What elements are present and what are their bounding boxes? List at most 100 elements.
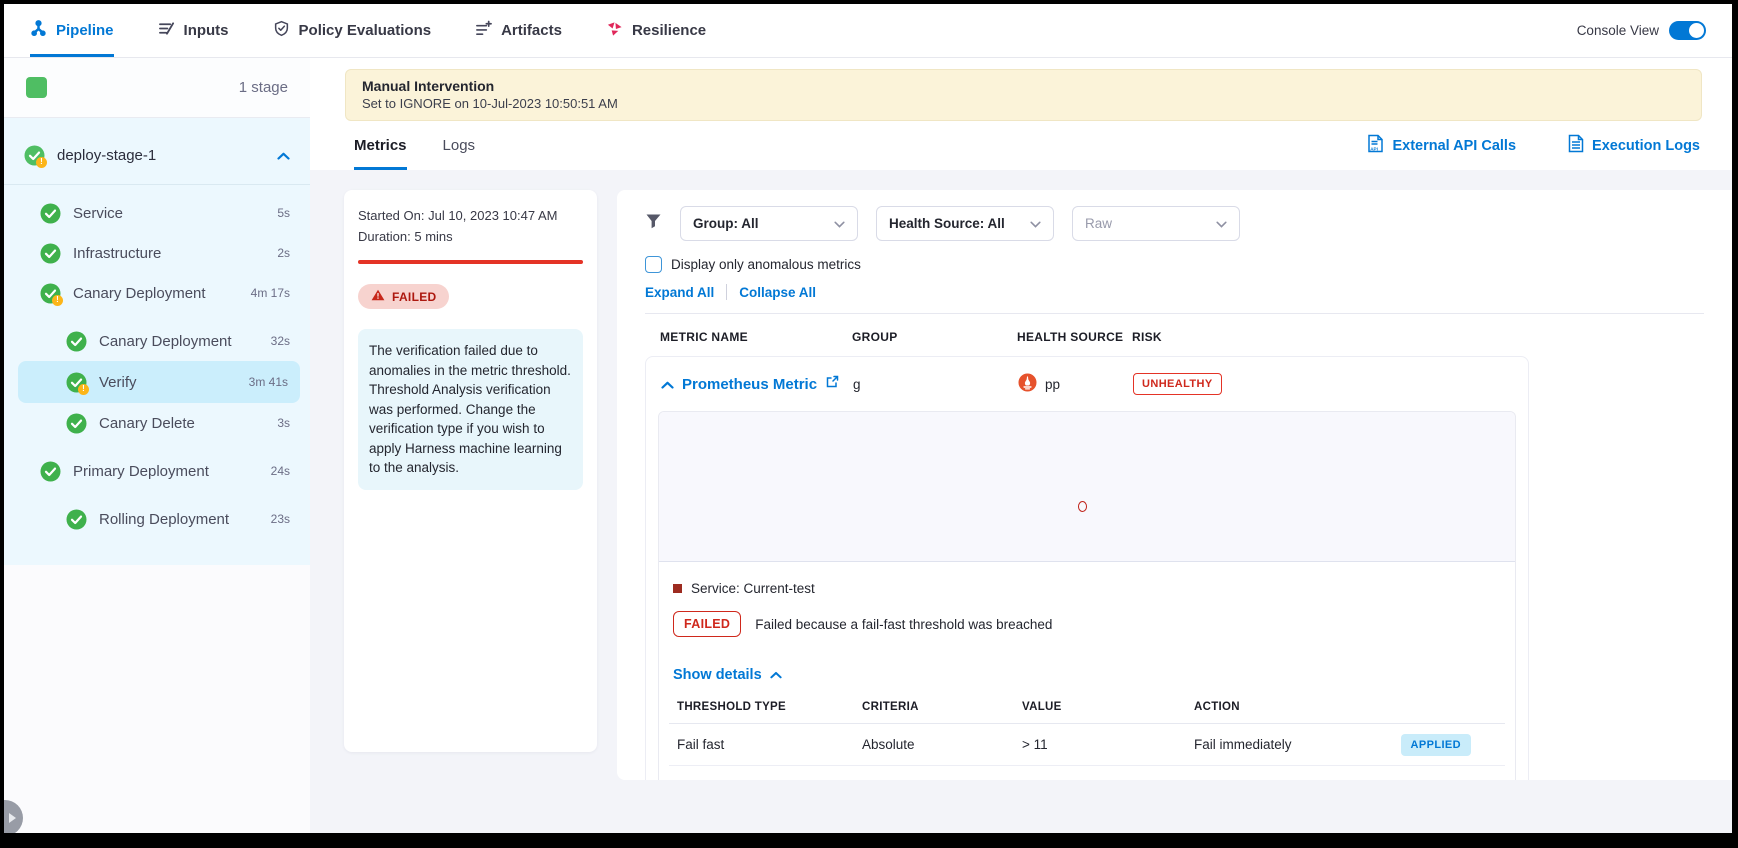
execution-sidebar: 1 stage ! deploy-stage-1 Service bbox=[4, 58, 310, 833]
stage-row-deploy-stage-1[interactable]: ! deploy-stage-1 bbox=[4, 128, 310, 182]
metric-chart[interactable] bbox=[659, 412, 1515, 562]
threshold-table: THRESHOLD TYPE CRITERIA VALUE ACTION Fai… bbox=[669, 701, 1505, 780]
step-label: Canary Deployment bbox=[73, 285, 206, 302]
step-duration: 3s bbox=[277, 416, 290, 430]
step-duration: 2s bbox=[277, 246, 290, 260]
console-view-toggle[interactable] bbox=[1669, 21, 1706, 40]
expand-collapse-row: Expand All Collapse All bbox=[645, 284, 1704, 300]
filter-funnel-icon[interactable] bbox=[645, 213, 662, 234]
action: Fail immediately bbox=[1194, 779, 1292, 780]
legend-label: Service: Current-test bbox=[691, 581, 815, 596]
step-canary-deployment[interactable]: Canary Deployment 32s bbox=[4, 321, 310, 361]
chevron-down-icon bbox=[1216, 216, 1227, 231]
api-document-icon: API bbox=[1367, 134, 1384, 157]
step-duration: 32s bbox=[271, 334, 290, 348]
tab-label: Artifacts bbox=[501, 22, 562, 39]
step-label: Verify bbox=[99, 374, 137, 391]
step-duration: 3m 41s bbox=[249, 375, 288, 389]
view-tabs-row: Metrics Logs API External API Calls Exec… bbox=[310, 121, 1732, 170]
step-verify-selected[interactable]: ! Verify 3m 41s bbox=[18, 361, 300, 403]
expand-all-link[interactable]: Expand All bbox=[645, 285, 714, 300]
step-primary-deployment[interactable]: Primary Deployment 24s bbox=[4, 451, 310, 491]
metrics-table-header: METRIC NAME GROUP HEALTH SOURCE RISK bbox=[645, 314, 1704, 356]
metrics-panel: Group: All Health Source: All Raw bbox=[617, 190, 1732, 780]
col-action: ACTION bbox=[1194, 701, 1505, 713]
warning-badge: ! bbox=[78, 384, 89, 395]
anomalous-metrics-checkbox[interactable] bbox=[645, 256, 662, 273]
tab-artifacts[interactable]: Artifacts bbox=[475, 4, 562, 57]
checkbox-label: Display only anomalous metrics bbox=[671, 257, 861, 272]
table-row: Fail fast Absolute < 100000 Fail immedia… bbox=[669, 766, 1505, 780]
group-filter-select[interactable]: Group: All bbox=[680, 206, 858, 241]
metric-name-cell[interactable]: Prometheus Metric bbox=[661, 375, 853, 393]
success-warning-icon: ! bbox=[40, 283, 61, 304]
anomalous-checkbox-row: Display only anomalous metrics bbox=[645, 256, 1704, 273]
success-icon bbox=[40, 243, 61, 264]
tab-resilience[interactable]: Resilience bbox=[606, 4, 706, 57]
warning-badge: ! bbox=[36, 157, 47, 168]
toggle-knob bbox=[1689, 23, 1704, 38]
content-area: Started On: Jul 10, 2023 10:47 AM Durati… bbox=[310, 170, 1732, 833]
step-canary-deployment-group[interactable]: ! Canary Deployment 4m 17s bbox=[4, 273, 310, 313]
external-api-calls-link[interactable]: API External API Calls bbox=[1367, 134, 1516, 157]
top-navigation: Pipeline Inputs Policy Evaluations Artif… bbox=[4, 4, 1732, 58]
step-rolling-deployment[interactable]: Rolling Deployment 23s bbox=[4, 499, 310, 539]
action: Fail immediately bbox=[1194, 737, 1292, 752]
metric-row-card: Prometheus Metric g pp UNHEALTHY bbox=[645, 356, 1529, 780]
execution-logs-link[interactable]: Execution Logs bbox=[1568, 134, 1700, 157]
fail-reason-row: FAILED Failed because a fail-fast thresh… bbox=[673, 611, 1501, 637]
chevron-up-icon[interactable] bbox=[661, 376, 674, 393]
success-warning-icon: ! bbox=[24, 145, 45, 166]
tab-policy-evaluations[interactable]: Policy Evaluations bbox=[273, 4, 432, 57]
divider bbox=[726, 284, 727, 300]
tab-metrics[interactable]: Metrics bbox=[354, 121, 407, 170]
external-link-icon[interactable] bbox=[825, 375, 839, 393]
step-infrastructure[interactable]: Infrastructure 2s bbox=[4, 233, 310, 273]
tab-pipeline[interactable]: Pipeline bbox=[30, 4, 114, 57]
artifacts-icon bbox=[475, 20, 492, 41]
tab-label: Inputs bbox=[184, 22, 229, 39]
step-service[interactable]: Service 5s bbox=[4, 193, 310, 233]
failed-badge: FAILED bbox=[673, 611, 741, 637]
inputs-icon bbox=[158, 20, 175, 41]
divider bbox=[4, 184, 310, 185]
anomalous-data-point[interactable] bbox=[1078, 501, 1087, 512]
criteria: Absolute bbox=[862, 737, 1022, 752]
verification-message: The verification failed due to anomalies… bbox=[358, 329, 583, 490]
success-icon bbox=[66, 413, 87, 434]
metric-row: Prometheus Metric g pp UNHEALTHY bbox=[658, 357, 1516, 411]
collapse-all-link[interactable]: Collapse All bbox=[739, 285, 816, 300]
step-label: Service bbox=[73, 205, 123, 222]
warning-badge: ! bbox=[52, 295, 63, 306]
chevron-up-icon[interactable] bbox=[277, 147, 290, 164]
status-badge-failed: FAILED bbox=[358, 284, 449, 309]
table-row: Fail fast Absolute > 11 Fail immediately… bbox=[669, 724, 1505, 766]
applied-badge: APPLIED bbox=[1401, 734, 1471, 756]
link-label: Execution Logs bbox=[1592, 138, 1700, 154]
warning-triangle-icon bbox=[371, 289, 385, 304]
raw-filter-select[interactable]: Raw bbox=[1072, 206, 1240, 241]
select-value: Health Source: All bbox=[889, 216, 1005, 231]
banner-title: Manual Intervention bbox=[362, 78, 1685, 94]
success-icon bbox=[66, 331, 87, 352]
health-source-filter-select[interactable]: Health Source: All bbox=[876, 206, 1054, 241]
tab-logs[interactable]: Logs bbox=[443, 121, 476, 170]
step-duration: 23s bbox=[271, 512, 290, 526]
tab-label: Resilience bbox=[632, 22, 706, 39]
stage-tree: ! deploy-stage-1 Service 5s Infrastructu… bbox=[4, 118, 310, 565]
duration: Duration: 5 mins bbox=[358, 229, 583, 244]
col-metric-name: METRIC NAME bbox=[660, 330, 852, 344]
stage-count: 1 stage bbox=[239, 79, 288, 96]
link-label: External API Calls bbox=[1392, 138, 1516, 154]
show-details-label: Show details bbox=[673, 667, 762, 683]
metric-name-link[interactable]: Prometheus Metric bbox=[682, 376, 817, 393]
fail-reason-text: Failed because a fail-fast threshold was… bbox=[755, 617, 1052, 632]
step-canary-delete[interactable]: Canary Delete 3s bbox=[4, 403, 310, 443]
sidebar-empty-area bbox=[4, 565, 310, 833]
health-source-name: pp bbox=[1045, 377, 1060, 392]
step-label: Canary Deployment bbox=[99, 333, 232, 350]
tab-inputs[interactable]: Inputs bbox=[158, 4, 229, 57]
show-details-link[interactable]: Show details bbox=[673, 667, 1501, 683]
pipeline-icon bbox=[30, 20, 47, 41]
resilience-icon bbox=[606, 20, 623, 41]
